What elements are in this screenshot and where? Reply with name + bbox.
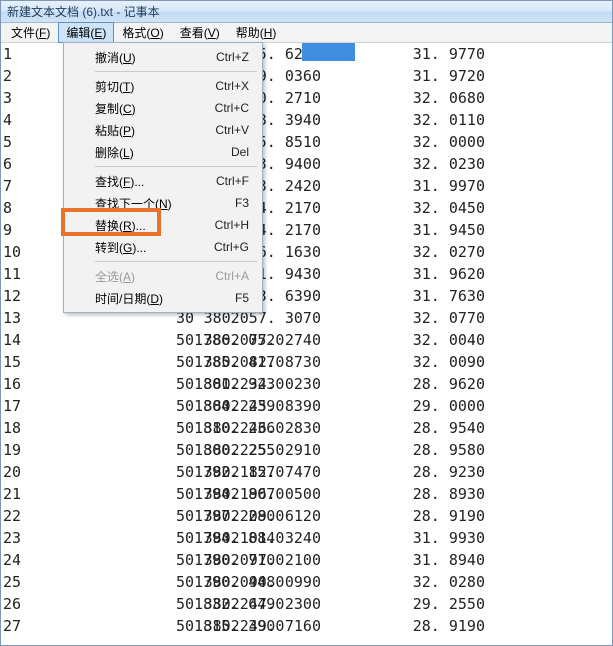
text-row[interactable]: 501815. 39003802249. 716028. 9190 [1, 615, 612, 637]
text-row[interactable]: 501797. 28003802209. 612028. 9190 [1, 505, 612, 527]
menu-查看[interactable]: 查看(V) [172, 22, 228, 43]
menu-separator [95, 166, 257, 167]
menu-item-查找下一个[interactable]: 查找下一个(N)F3 [67, 192, 259, 214]
menu-item-撤消[interactable]: 撤消(U)Ctrl+Z [67, 46, 259, 68]
menu-item-查找[interactable]: 查找(F)...Ctrl+F [67, 170, 259, 192]
menu-separator [95, 261, 257, 262]
text-row[interactable]: 501790. 44803802090. 099032. 0280 [1, 571, 612, 593]
text-row[interactable]: 501785. 41703802082. 873032. 0090 [1, 351, 612, 373]
text-selection [302, 43, 355, 61]
menu-编辑[interactable]: 编辑(E) [58, 22, 114, 43]
text-row[interactable]: 501800. 25503802225. 291028. 9580 [1, 439, 612, 461]
text-row[interactable]: 501794. 80703802196. 050028. 8930 [1, 483, 612, 505]
menu-item-删除[interactable]: 删除(L)Del [67, 141, 259, 163]
menu-item-剪切[interactable]: 剪切(T)Ctrl+X [67, 75, 259, 97]
menubar: 文件(F)编辑(E)格式(O)查看(V)帮助(H) [1, 23, 612, 43]
window-title: 新建文本文档 (6).txt - 记事本 [7, 3, 160, 20]
edit-menu-dropdown: 撤消(U)Ctrl+Z 剪切(T)Ctrl+X复制(C)Ctrl+C粘贴(P)Ct… [63, 42, 263, 313]
text-row[interactable]: 501786. 05203802077. 274032. 0040 [1, 329, 612, 351]
text-row[interactable]: 501810. 23603802246. 283028. 9540 [1, 417, 612, 439]
text-row[interactable]: 501792. 15703802182. 747028. 9230 [1, 461, 612, 483]
text-row[interactable]: 501790. 71003802097. 210031. 8940 [1, 549, 612, 571]
text-row[interactable]: 501804. 23903802245. 839029. 0000 [1, 395, 612, 417]
window-titlebar[interactable]: 新建文本文档 (6).txt - 记事本 [1, 1, 612, 23]
menu-帮助[interactable]: 帮助(H) [228, 22, 285, 43]
text-row[interactable]: 501794. 88403802101. 324031. 9930 [1, 527, 612, 549]
menu-item-转到[interactable]: 转到(G)...Ctrl+G [67, 236, 259, 258]
menu-separator [95, 71, 257, 72]
menu-格式[interactable]: 格式(O) [114, 22, 171, 43]
menu-item-时间/日期[interactable]: 时间/日期(D)F5 [67, 287, 259, 309]
text-row[interactable]: 501801. 92303802234. 023028. 9620 [1, 373, 612, 395]
menu-item-复制[interactable]: 复制(C)Ctrl+C [67, 97, 259, 119]
menu-文件[interactable]: 文件(F) [3, 22, 58, 43]
menu-item-粘贴[interactable]: 粘贴(P)Ctrl+V [67, 119, 259, 141]
menu-item-全选: 全选(A)Ctrl+A [67, 265, 259, 287]
text-row[interactable]: 501832. 64903802247. 230029. 2550 [1, 593, 612, 615]
menu-item-替换[interactable]: 替换(R)...Ctrl+H [67, 214, 259, 236]
